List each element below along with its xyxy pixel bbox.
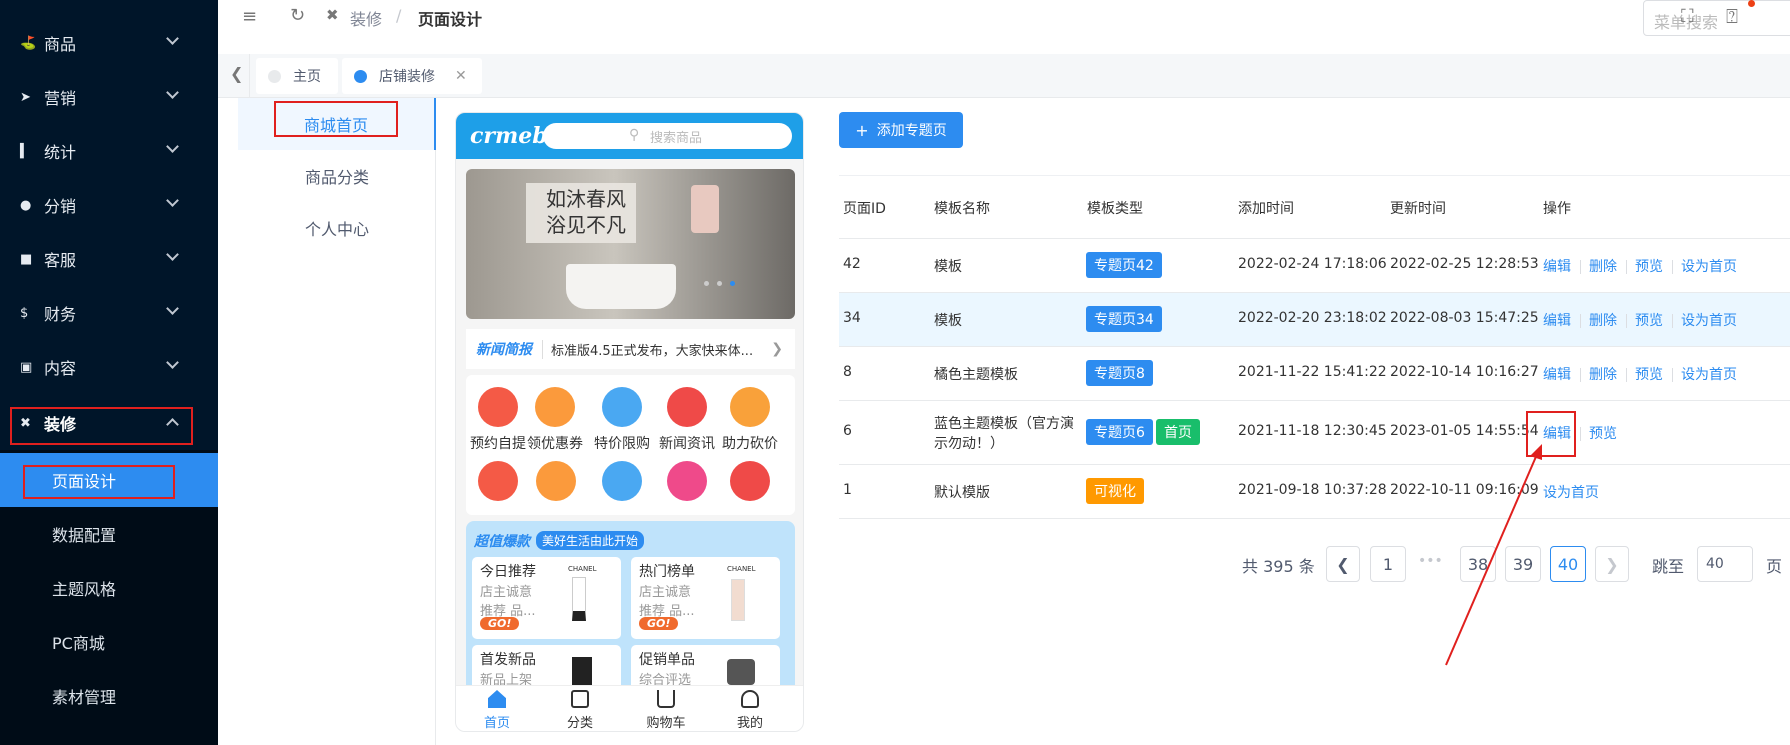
annotation-arrow	[1445, 444, 1542, 666]
